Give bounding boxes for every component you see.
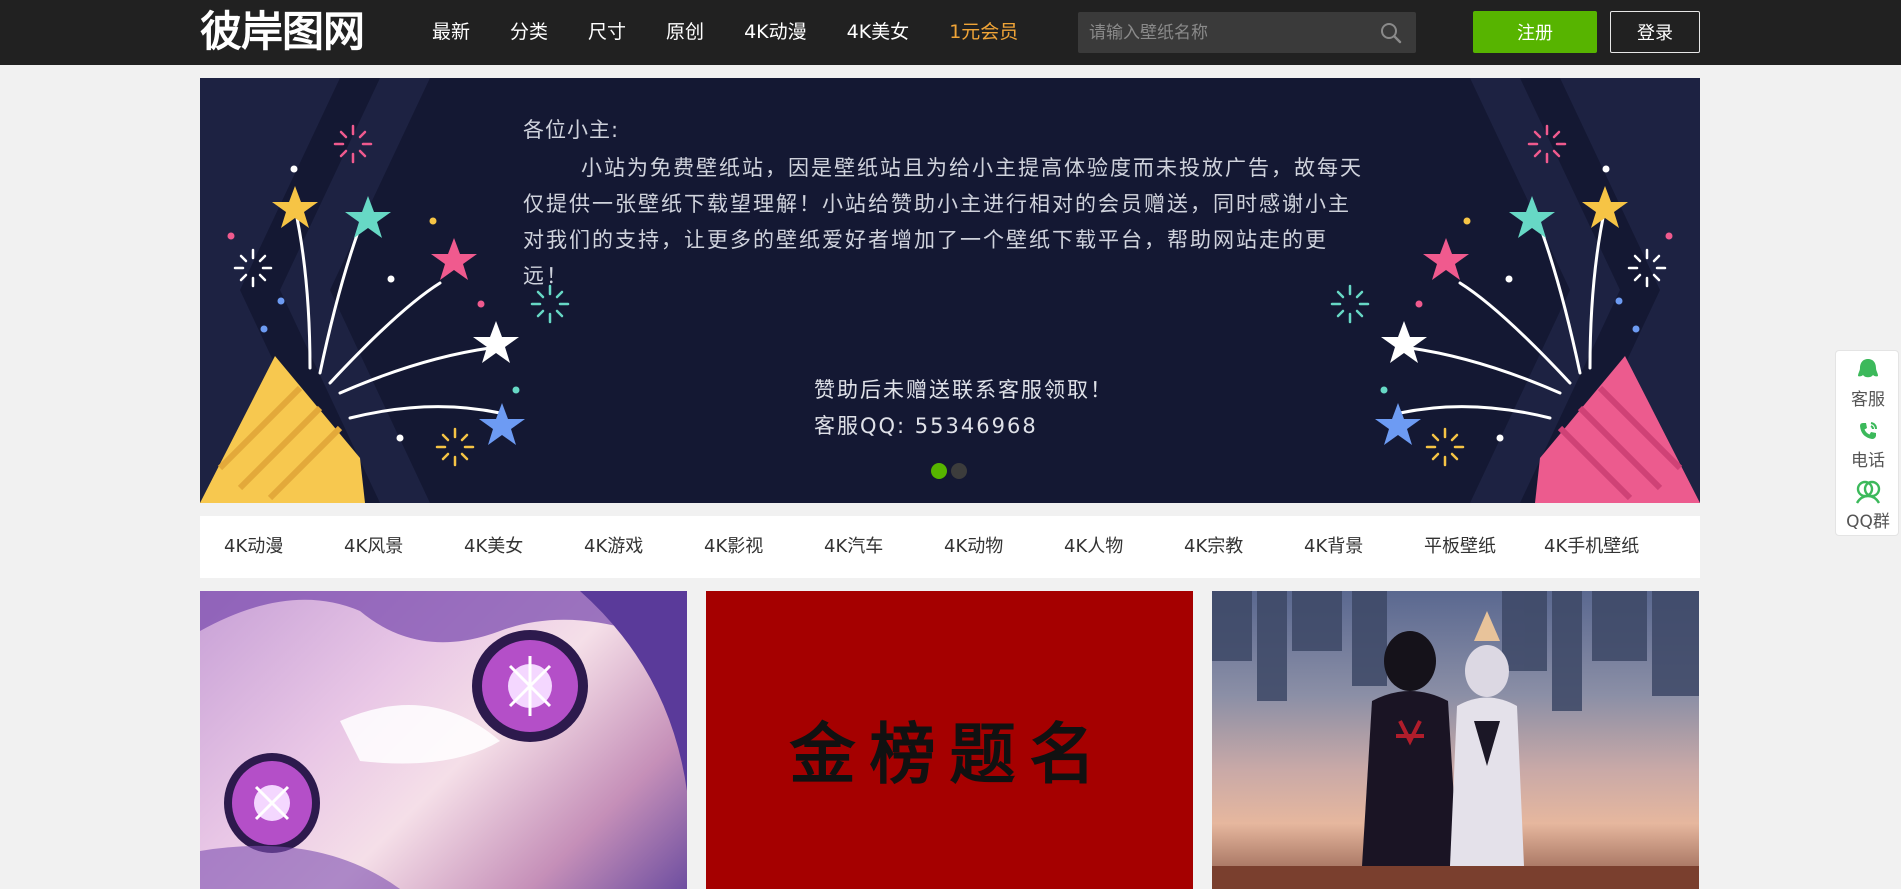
banner-greeting: 各位小主: (523, 118, 620, 142)
banner-sponsor-note: 赞助后未赠送联系客服领取！ (814, 378, 1113, 402)
phone-icon (1860, 422, 1877, 439)
login-button[interactable]: 登录 (1610, 11, 1700, 53)
banner-paragraph: 小站为免费壁纸站，因是壁纸站且为给小主提高体验度而未投放广告，故每天仅提供一张壁… (523, 156, 1363, 288)
side-phone-label: 电话 (1851, 451, 1885, 471)
search-box (1078, 12, 1416, 53)
nav-4k-beauty[interactable]: 4K美女 (847, 0, 910, 65)
category-4k-mobile[interactable]: 4K手机壁纸 (1544, 516, 1639, 578)
wallpaper-thumb-spider-verse[interactable] (1212, 591, 1699, 889)
nav-4k-anime[interactable]: 4K动漫 (744, 0, 807, 65)
top-header: 彼岸图网 最新 分类 尺寸 原创 4K动漫 4K美女 1元会员 注册 登录 (0, 0, 1901, 65)
search-input[interactable] (1078, 12, 1368, 53)
main-nav: 最新 分类 尺寸 原创 4K动漫 4K美女 1元会员 (432, 0, 1058, 65)
qq-group-icon (1855, 480, 1881, 504)
register-button[interactable]: 注册 (1473, 11, 1597, 53)
category-4k-beauty[interactable]: 4K美女 (464, 516, 523, 578)
category-4k-people[interactable]: 4K人物 (1064, 516, 1123, 578)
side-contact-panel: 客服 电话 QQ群 (1835, 350, 1899, 536)
category-4k-anime[interactable]: 4K动漫 (224, 516, 283, 578)
anime-eyes-illustration (200, 591, 687, 889)
side-qq-group[interactable]: QQ群 (1836, 478, 1900, 532)
carousel-dot-1[interactable] (931, 463, 947, 479)
category-4k-scenery[interactable]: 4K风景 (344, 516, 403, 578)
side-service[interactable]: 客服 (1836, 356, 1900, 410)
spider-verse-illustration (1212, 591, 1699, 889)
side-qq-group-label: QQ群 (1846, 512, 1890, 532)
category-4k-game[interactable]: 4K游戏 (584, 516, 643, 578)
category-tablet[interactable]: 平板壁纸 (1424, 516, 1496, 578)
customer-service-icon (1858, 359, 1878, 378)
category-bar: 4K动漫 4K风景 4K美女 4K游戏 4K影视 4K汽车 4K动物 4K人物 … (200, 516, 1700, 578)
category-4k-film[interactable]: 4K影视 (704, 516, 763, 578)
calligraphy-text: 金榜题名 (789, 715, 1110, 793)
side-service-label: 客服 (1851, 390, 1885, 410)
site-logo[interactable]: 彼岸图网 (200, 9, 365, 55)
nav-original[interactable]: 原创 (666, 0, 704, 65)
wallpaper-thumb-calligraphy[interactable]: 金榜题名 (706, 591, 1193, 889)
category-4k-background[interactable]: 4K背景 (1304, 516, 1363, 578)
search-icon[interactable] (1380, 22, 1402, 44)
wallpaper-thumb-anime-eyes[interactable] (200, 591, 687, 889)
category-4k-car[interactable]: 4K汽车 (824, 516, 883, 578)
nav-size[interactable]: 尺寸 (588, 0, 626, 65)
nav-latest[interactable]: 最新 (432, 0, 470, 65)
category-4k-animal[interactable]: 4K动物 (944, 516, 1003, 578)
carousel-dot-2[interactable] (951, 463, 967, 479)
banner-service-qq: 客服QQ: 55346968 (814, 414, 1038, 438)
announcement-banner[interactable]: 各位小主: 小站为免费壁纸站，因是壁纸站且为给小主提高体验度而未投放广告，故每天… (200, 78, 1700, 503)
nav-category[interactable]: 分类 (510, 0, 548, 65)
side-phone[interactable]: 电话 (1836, 417, 1900, 471)
carousel-dots (931, 463, 967, 479)
nav-vip-member[interactable]: 1元会员 (949, 0, 1018, 65)
category-4k-religion[interactable]: 4K宗教 (1184, 516, 1243, 578)
